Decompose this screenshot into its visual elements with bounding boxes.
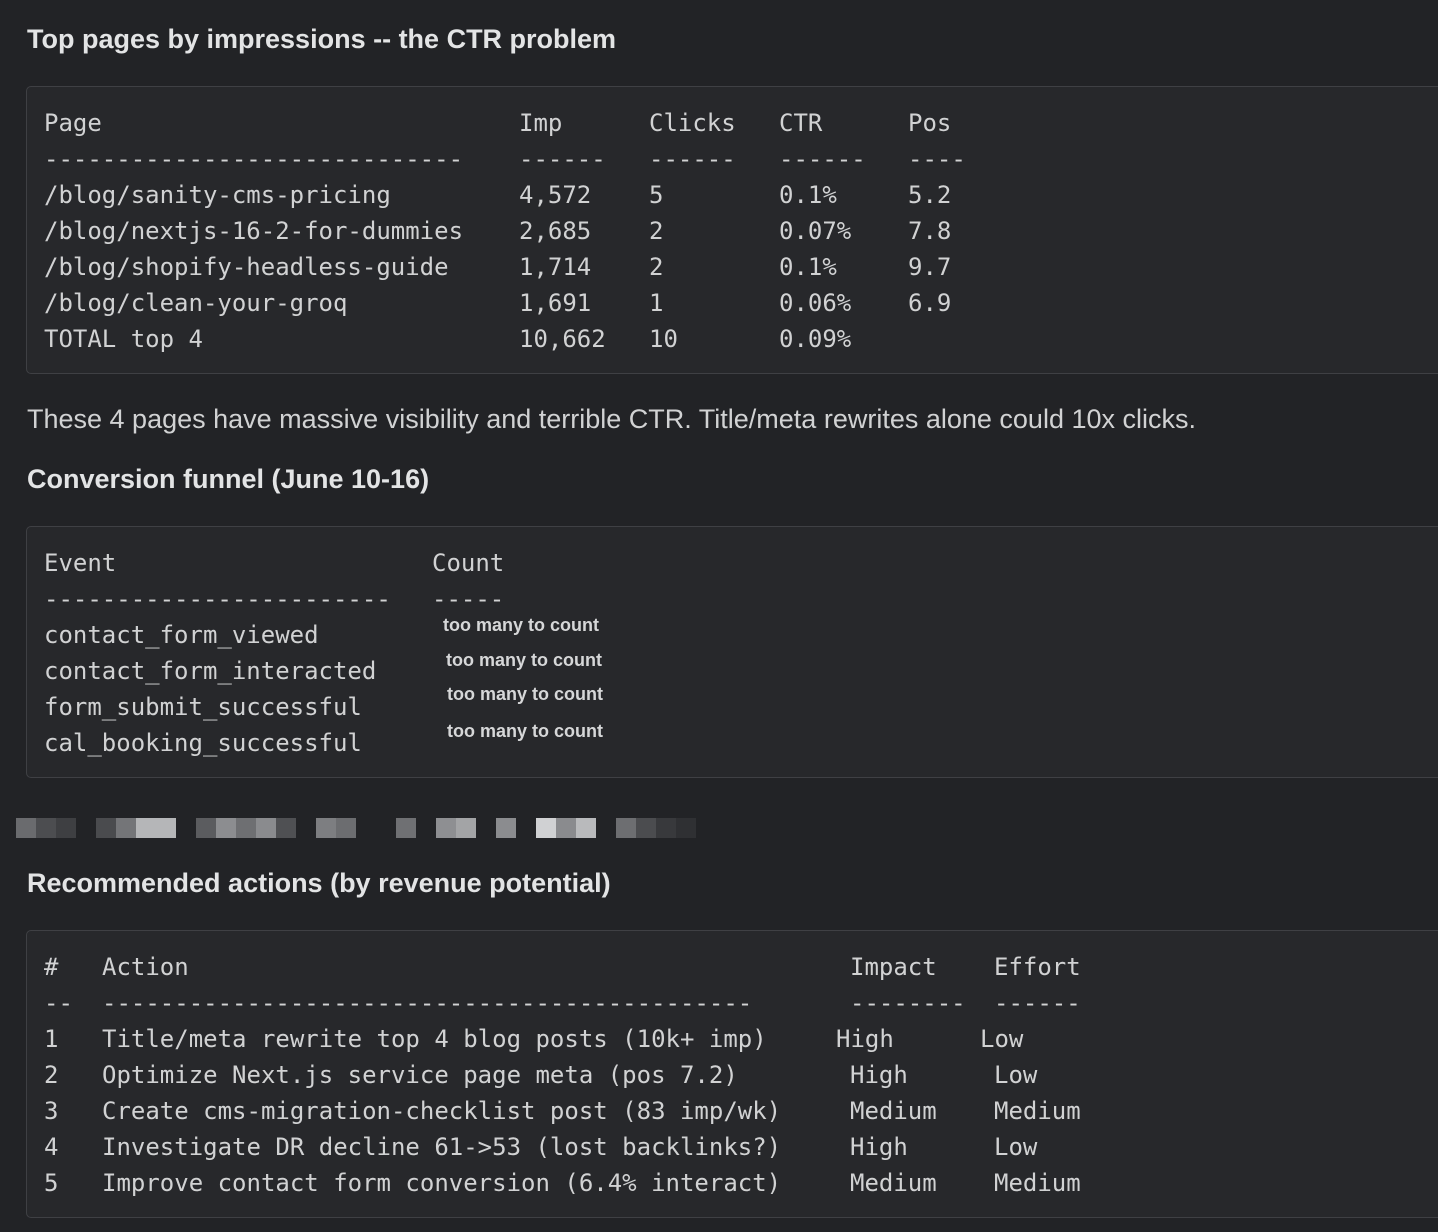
page-path: /blog/nextjs-16-2-for-dummies: [44, 217, 464, 245]
separator: --------: [850, 989, 966, 1017]
redacted-text: [16, 818, 706, 840]
ctr: 0.1%: [779, 253, 837, 281]
header-event: Event: [44, 549, 117, 577]
impact: Medium: [850, 1097, 937, 1125]
table-row: /blog/clean-your-groq 1,691 1 0.06% 6.9: [27, 285, 1427, 321]
event-count: too many to count: [446, 650, 602, 670]
separator: -----: [432, 585, 505, 613]
table-row: /blog/shopify-headless-guide 1,714 2 0.1…: [27, 249, 1427, 285]
header-number: #: [44, 953, 59, 981]
ctr: 0.07%: [779, 217, 852, 245]
page-path: /blog/sanity-cms-pricing: [44, 181, 391, 209]
impact: High: [850, 1061, 908, 1089]
position: 9.7: [908, 253, 952, 281]
action-number: 2: [44, 1061, 59, 1089]
funnel-code-block[interactable]: Event Count ------------------------ ---…: [26, 526, 1438, 778]
table-row: 2 Optimize Next.js service page meta (po…: [27, 1057, 1427, 1093]
event-name: form_submit_successful: [44, 693, 362, 721]
table-header-row: Page Imp Clicks CTR Pos: [27, 105, 1427, 141]
event-count: too many to count: [443, 615, 599, 635]
header-effort: Effort: [994, 953, 1081, 981]
separator: ----: [908, 145, 966, 173]
separator: -----------------------------: [44, 145, 464, 173]
header-count: Count: [432, 549, 505, 577]
action-number: 1: [44, 1025, 59, 1053]
header-ctr: CTR: [779, 109, 823, 137]
header-pos: Pos: [908, 109, 952, 137]
clicks: 5: [649, 181, 664, 209]
action-number: 4: [44, 1133, 59, 1161]
page-path: /blog/clean-your-groq: [44, 289, 348, 317]
position: 6.9: [908, 289, 952, 317]
ctr: 0.06%: [779, 289, 852, 317]
separator: ----------------------------------------…: [102, 989, 753, 1017]
table-row: 1 Title/meta rewrite top 4 blog posts (1…: [27, 1021, 1427, 1057]
table-header-row: # Action Impact Effort: [27, 949, 1427, 985]
event-name: cal_booking_successful: [44, 729, 362, 757]
action-number: 3: [44, 1097, 59, 1125]
action-number: 5: [44, 1169, 59, 1197]
table-row: 5 Improve contact form conversion (6.4% …: [27, 1165, 1427, 1201]
impressions: 1,714: [519, 253, 592, 281]
separator: --: [44, 989, 73, 1017]
table-row: 3 Create cms-migration-checklist post (8…: [27, 1093, 1427, 1129]
table-total-row: TOTAL top 4 10,662 10 0.09%: [27, 321, 1427, 357]
header-imp: Imp: [519, 109, 563, 137]
clicks: 1: [649, 289, 664, 317]
section-heading-funnel: Conversion funnel (June 10-16): [27, 464, 430, 494]
effort: Medium: [994, 1169, 1081, 1197]
action-text: Improve contact form conversion (6.4% in…: [102, 1169, 782, 1197]
position: 7.8: [908, 217, 952, 245]
total-impressions: 10,662: [519, 325, 606, 353]
section-heading-actions: Recommended actions (by revenue potentia…: [27, 868, 611, 898]
table-separator-row: -- -------------------------------------…: [27, 985, 1427, 1021]
table-row: /blog/sanity-cms-pricing 4,572 5 0.1% 5.…: [27, 177, 1427, 213]
separator: ------: [994, 989, 1081, 1017]
table-separator-row: ----------------------------- ------ ---…: [27, 141, 1427, 177]
separator: ------: [519, 145, 606, 173]
effort: Low: [980, 1025, 1024, 1053]
clicks: 2: [649, 217, 664, 245]
separator: ------: [779, 145, 866, 173]
header-impact: Impact: [850, 953, 937, 981]
impact: Medium: [850, 1169, 937, 1197]
event-count: too many to count: [447, 684, 603, 704]
total-ctr: 0.09%: [779, 325, 852, 353]
actions-code-block[interactable]: # Action Impact Effort -- --------------…: [26, 930, 1438, 1218]
ctr: 0.1%: [779, 181, 837, 209]
table-header-row: Event Count: [27, 545, 1427, 581]
header-clicks: Clicks: [649, 109, 736, 137]
top-pages-code-block[interactable]: Page Imp Clicks CTR Pos ----------------…: [26, 86, 1438, 374]
impact: High: [850, 1133, 908, 1161]
impressions: 4,572: [519, 181, 592, 209]
impact: High: [836, 1025, 894, 1053]
table-row: 4 Investigate DR decline 61->53 (lost ba…: [27, 1129, 1427, 1165]
effort: Low: [994, 1133, 1038, 1161]
total-clicks: 10: [649, 325, 678, 353]
total-label: TOTAL top 4: [44, 325, 203, 353]
section-heading-top-pages: Top pages by impressions -- the CTR prob…: [27, 24, 617, 54]
separator: ------------------------: [44, 585, 391, 613]
header-action: Action: [102, 953, 189, 981]
table-separator-row: ------------------------ -----: [27, 581, 1427, 617]
separator: ------: [649, 145, 736, 173]
impressions: 2,685: [519, 217, 592, 245]
impressions: 1,691: [519, 289, 592, 317]
action-text: Optimize Next.js service page meta (pos …: [102, 1061, 738, 1089]
page-path: /blog/shopify-headless-guide: [44, 253, 449, 281]
clicks: 2: [649, 253, 664, 281]
action-text: Create cms-migration-checklist post (83 …: [102, 1097, 782, 1125]
action-text: Title/meta rewrite top 4 blog posts (10k…: [102, 1025, 767, 1053]
event-name: contact_form_viewed: [44, 621, 319, 649]
event-count: too many to count: [447, 721, 603, 741]
effort: Low: [994, 1061, 1038, 1089]
event-name: contact_form_interacted: [44, 657, 377, 685]
ctr-note: These 4 pages have massive visibility an…: [27, 404, 1196, 434]
effort: Medium: [994, 1097, 1081, 1125]
position: 5.2: [908, 181, 952, 209]
header-page: Page: [44, 109, 102, 137]
table-row: /blog/nextjs-16-2-for-dummies 2,685 2 0.…: [27, 213, 1427, 249]
action-text: Investigate DR decline 61->53 (lost back…: [102, 1133, 782, 1161]
